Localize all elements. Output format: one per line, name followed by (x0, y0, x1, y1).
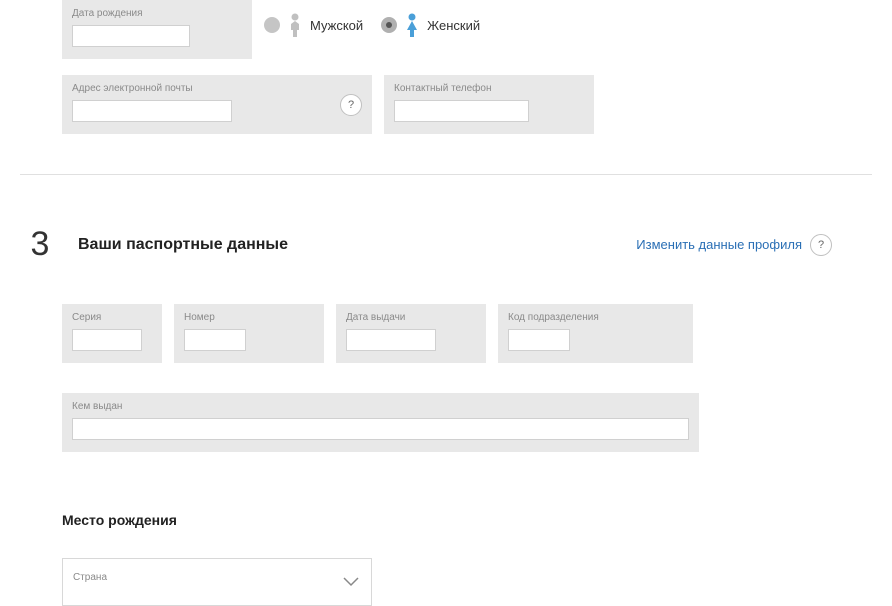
radio-icon (264, 17, 280, 33)
series-field: Серия (62, 304, 162, 363)
phone-label: Контактный телефон (394, 83, 584, 94)
dept-code-field: Код подразделения (498, 304, 693, 363)
step-number: 3 (22, 225, 58, 264)
passport-section-header: 3 Ваши паспортные данные Изменить данные… (62, 225, 892, 264)
passport-help-button[interactable]: ? (810, 234, 832, 256)
number-label: Номер (184, 312, 314, 323)
female-icon (403, 12, 421, 38)
dept-code-label: Код подразделения (508, 312, 683, 323)
issued-by-field: Кем выдан (62, 393, 699, 452)
birthplace-heading: Место рождения (62, 512, 892, 528)
issue-date-input[interactable] (346, 329, 436, 351)
issue-date-field: Дата выдачи (336, 304, 486, 363)
phone-input[interactable] (394, 100, 529, 122)
gender-female-option[interactable]: Женский (381, 12, 480, 38)
series-label: Серия (72, 312, 152, 323)
issue-date-label: Дата выдачи (346, 312, 476, 323)
email-input[interactable] (72, 100, 232, 122)
gender-female-label: Женский (427, 18, 480, 33)
dob-input[interactable] (72, 25, 190, 47)
dob-field: Дата рождения (62, 0, 252, 59)
phone-field: Контактный телефон (384, 75, 594, 134)
passport-title: Ваши паспортные данные (78, 236, 288, 254)
male-icon (286, 12, 304, 38)
country-select[interactable]: Страна (62, 558, 372, 606)
gender-group: Мужской Женский (264, 0, 480, 38)
email-help-button[interactable]: ? (340, 94, 362, 116)
dob-label: Дата рождения (72, 8, 242, 19)
gender-male-label: Мужской (310, 18, 363, 33)
dept-code-input[interactable] (508, 329, 570, 351)
radio-icon (381, 17, 397, 33)
chevron-down-icon (343, 577, 359, 587)
email-field: Адрес электронной почты (62, 75, 330, 134)
series-input[interactable] (72, 329, 142, 351)
gender-male-option[interactable]: Мужской (264, 12, 363, 38)
number-field: Номер (174, 304, 324, 363)
number-input[interactable] (184, 329, 246, 351)
divider (20, 174, 872, 175)
change-profile-link[interactable]: Изменить данные профиля (636, 237, 802, 252)
issued-by-input[interactable] (72, 418, 689, 440)
email-group: Адрес электронной почты ? (62, 75, 372, 134)
email-label: Адрес электронной почты (72, 83, 320, 94)
issued-by-label: Кем выдан (72, 401, 689, 412)
